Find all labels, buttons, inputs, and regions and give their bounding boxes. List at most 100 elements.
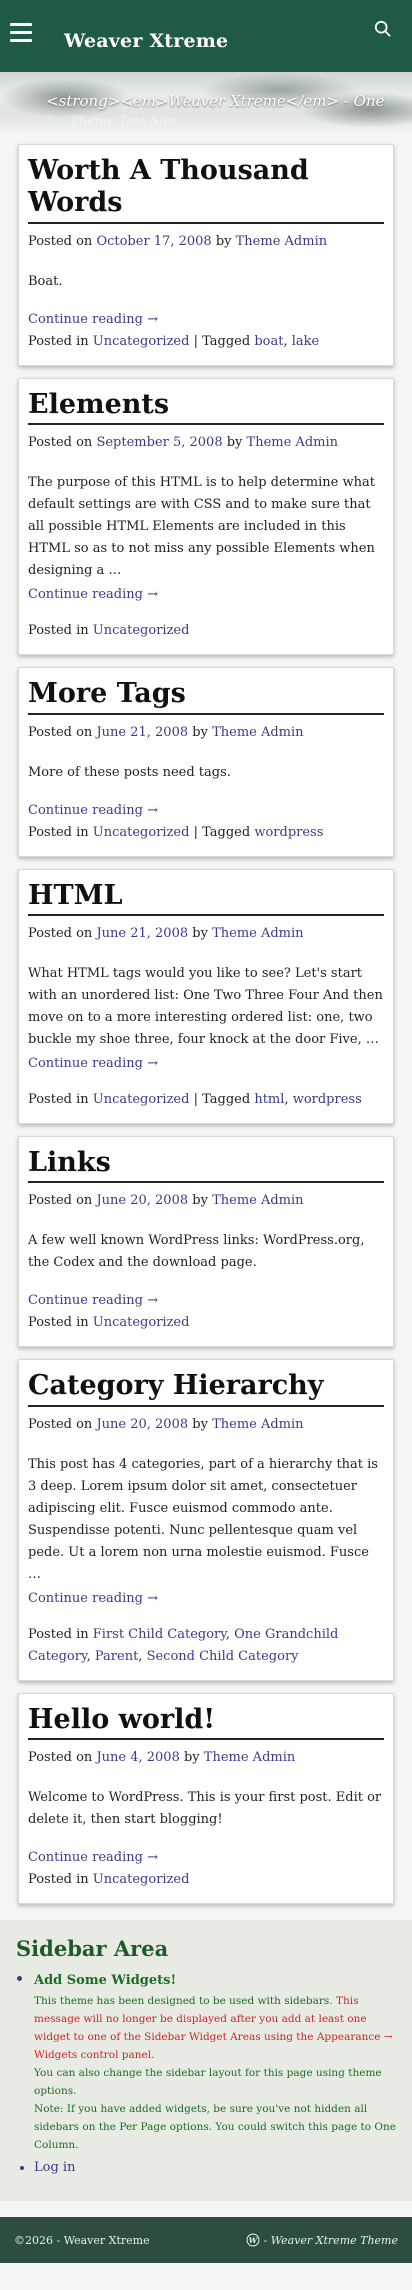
posted-on-label: Posted on — [28, 724, 93, 740]
author-link[interactable]: Theme Admin — [204, 1750, 295, 1765]
category-link[interactable]: Uncategorized — [93, 825, 190, 840]
svg-text:W: W — [248, 2236, 258, 2245]
post-date-link[interactable]: June 21, 2008 — [96, 725, 188, 740]
post-meta: Posted on June 21, 2008 by Theme Admin — [28, 926, 384, 941]
theme-credit-link[interactable]: - Weaver Xtreme Theme — [264, 2234, 399, 2247]
site-header: Weaver Xtreme <strong><em>Weaver Xtreme<… — [0, 0, 412, 132]
widget-message-green: This theme has been designed to be used … — [34, 1995, 333, 2008]
site-tagline: <strong><em>Weaver Xtreme</em> - One — [46, 92, 385, 110]
continue-reading-link[interactable]: Continue reading → — [28, 800, 384, 822]
by-label: by — [192, 925, 208, 941]
post-card: Links Posted on June 20, 2008 by Theme Ad… — [18, 1135, 394, 1348]
post-excerpt: The purpose of this HTML is to help dete… — [28, 475, 375, 579]
tag-link[interactable]: boat — [254, 334, 283, 349]
category-link[interactable]: Uncategorized — [93, 623, 190, 638]
tagged-label: Tagged — [202, 333, 251, 349]
posted-on-label: Posted on — [28, 435, 93, 451]
footer-copyright: ©2026 - Weaver Xtreme — [14, 2233, 150, 2247]
by-label: by — [192, 1416, 208, 1432]
continue-reading-link[interactable]: Continue reading → — [28, 1290, 384, 1312]
post-date-link[interactable]: June 20, 2008 — [96, 1193, 188, 1208]
posted-on-label: Posted on — [28, 233, 93, 249]
post-meta: Posted on June 21, 2008 by Theme Admin — [28, 725, 384, 740]
continue-reading-link[interactable]: Continue reading → — [28, 1588, 384, 1610]
post-card: Hello world! Posted on June 4, 2008 by Th… — [18, 1692, 394, 1905]
widget-title: Add Some Widgets! — [34, 1973, 177, 1989]
posted-in-label: Posted in — [28, 1315, 89, 1331]
category-link[interactable]: Parent — [95, 1649, 138, 1664]
post-title[interactable]: HTML — [28, 880, 384, 916]
post-title[interactable]: Links — [28, 1147, 384, 1184]
tagline-ghost: Theme Test Site — [70, 114, 177, 129]
category-link[interactable]: Uncategorized — [93, 1872, 190, 1887]
post-footer-meta: Posted in First Child Category, One Gran… — [28, 1626, 339, 1664]
post-title[interactable]: More Tags — [28, 678, 384, 715]
post-excerpt: Boat. — [28, 273, 63, 289]
posted-in-label: Posted in — [28, 1091, 89, 1107]
by-label: by — [215, 233, 232, 249]
post-meta: Posted on September 5, 2008 by Theme Adm… — [28, 435, 384, 450]
search-icon[interactable] — [374, 20, 392, 38]
category-link[interactable]: Uncategorized — [93, 1315, 190, 1330]
posted-in-label: Posted in — [28, 333, 89, 349]
tag-link[interactable]: wordpress — [254, 825, 323, 840]
continue-reading-link[interactable]: Continue reading → — [28, 1847, 384, 1869]
author-link[interactable]: Theme Admin — [212, 1417, 303, 1432]
sidebar-list: Add Some Widgets! This theme has been de… — [16, 1969, 396, 2175]
category-link[interactable]: Uncategorized — [93, 334, 190, 349]
post-card: Category Hierarchy Posted on June 20, 200… — [18, 1359, 394, 1681]
category-link[interactable]: First Child Category — [93, 1627, 226, 1642]
posted-in-label: Posted in — [28, 1872, 89, 1888]
tag-link[interactable]: lake — [292, 334, 319, 349]
widget-message-layout: You can also change the sidebar layout f… — [34, 2067, 382, 2098]
post-footer-meta: Posted in Uncategorized | Tagged boat, l… — [28, 333, 320, 349]
login-link[interactable]: Log in — [34, 2160, 75, 2175]
post-card: Worth A Thousand Words Posted on October … — [18, 144, 394, 366]
post-title[interactable]: Category Hierarchy — [28, 1370, 384, 1407]
author-link[interactable]: Theme Admin — [236, 234, 327, 249]
post-footer-meta: Posted in Uncategorized | Tagged html, w… — [28, 1091, 362, 1107]
post-footer-meta: Posted in Uncategorized — [28, 620, 384, 642]
continue-reading-link[interactable]: Continue reading → — [28, 1053, 384, 1075]
by-label: by — [192, 1193, 208, 1209]
post-footer-meta: Posted in Uncategorized — [28, 1869, 384, 1891]
wordpress-icon[interactable]: W — [246, 2233, 260, 2247]
post-date-link[interactable]: June 21, 2008 — [96, 926, 188, 941]
by-label: by — [183, 1750, 200, 1766]
posted-in-label: Posted in — [28, 1626, 89, 1642]
by-label: by — [226, 435, 243, 451]
author-link[interactable]: Theme Admin — [212, 926, 303, 941]
by-label: by — [192, 724, 208, 740]
menu-icon[interactable] — [10, 23, 32, 42]
post-meta: Posted on October 17, 2008 by Theme Admi… — [28, 234, 384, 249]
post-date-link[interactable]: October 17, 2008 — [96, 234, 211, 249]
post-date-link[interactable]: June 20, 2008 — [96, 1417, 188, 1432]
post-title[interactable]: Worth A Thousand Words — [28, 155, 384, 224]
category-link[interactable]: Uncategorized — [93, 1092, 190, 1107]
site-title[interactable]: Weaver Xtreme — [64, 30, 228, 52]
post-title[interactable]: Hello world! — [28, 1704, 384, 1741]
author-link[interactable]: Theme Admin — [212, 725, 303, 740]
sidebar-title: Sidebar Area — [16, 1936, 169, 1962]
post-excerpt: What HTML tags would you like to see? Le… — [28, 965, 383, 1047]
post-date-link[interactable]: June 4, 2008 — [96, 1750, 179, 1765]
top-bar: Weaver Xtreme — [0, 0, 412, 72]
tag-link[interactable]: html — [254, 1092, 284, 1107]
continue-reading-link[interactable]: Continue reading → — [28, 584, 384, 606]
posted-on-label: Posted on — [28, 925, 93, 941]
widget-notice: Add Some Widgets! This theme has been de… — [34, 1969, 396, 2154]
author-link[interactable]: Theme Admin — [247, 435, 338, 450]
sidebar-area: Sidebar Area Add Some Widgets! This them… — [0, 1920, 412, 2202]
continue-reading-link[interactable]: Continue reading → — [28, 309, 384, 331]
post-card: HTML Posted on June 21, 2008 by Theme Adm… — [18, 868, 394, 1124]
post-meta: Posted on June 20, 2008 by Theme Admin — [28, 1417, 384, 1432]
author-link[interactable]: Theme Admin — [212, 1193, 303, 1208]
post-date-link[interactable]: September 5, 2008 — [96, 435, 222, 450]
category-link[interactable]: Second Child Category — [147, 1649, 299, 1664]
post-list: Worth A Thousand Words Posted on October … — [0, 132, 412, 1905]
post-excerpt: This post has 4 categories, part of a hi… — [28, 1456, 378, 1582]
tagged-label: Tagged — [202, 1091, 251, 1107]
header-banner: <strong><em>Weaver Xtreme</em> - One The… — [0, 72, 412, 132]
post-title[interactable]: Elements — [28, 389, 384, 426]
tag-link[interactable]: wordpress — [293, 1092, 362, 1107]
